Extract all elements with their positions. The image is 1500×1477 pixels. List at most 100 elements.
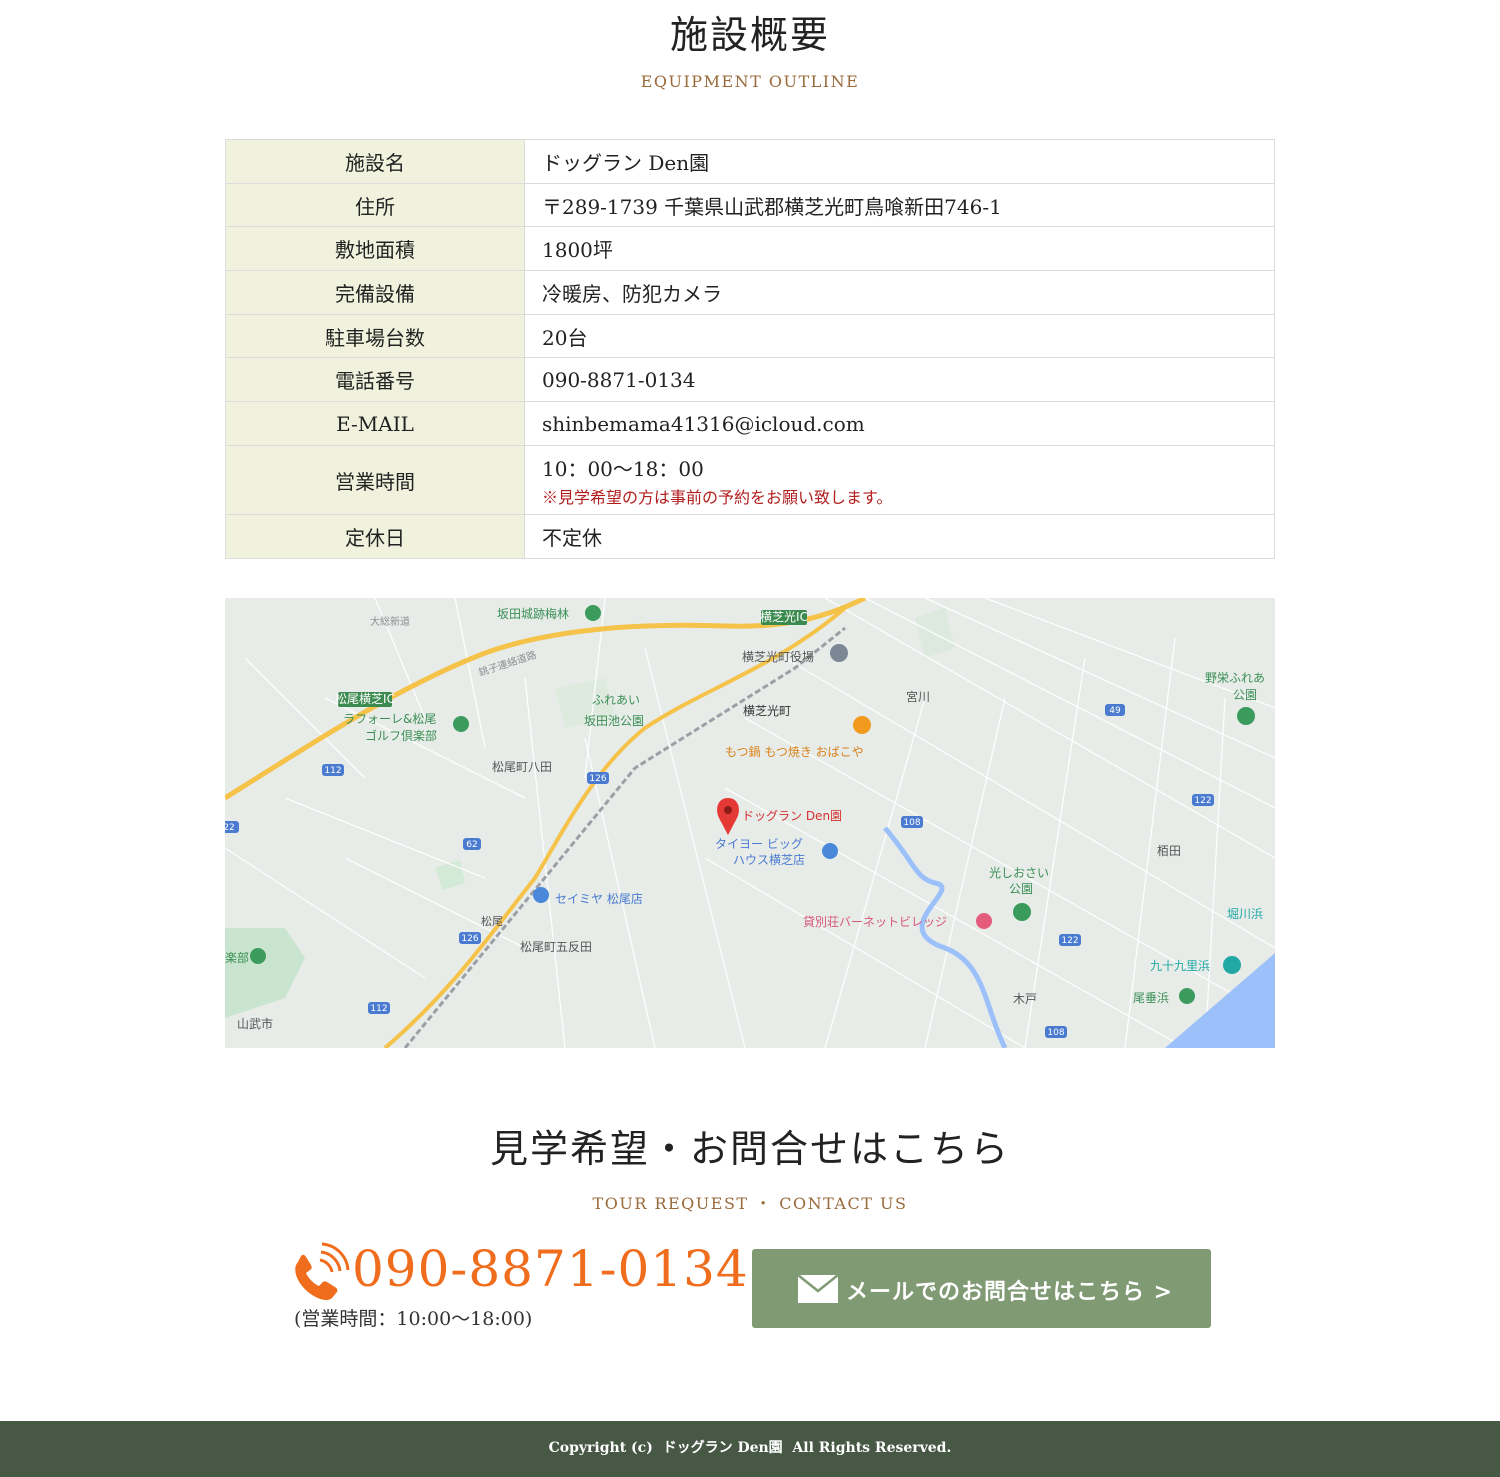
row-label: 定休日 [225,514,525,559]
row-value: ドッグラン Den園 [524,139,1275,184]
table-row: 定休日 不定休 [225,514,1275,559]
outline-title: 施設概要 [669,13,830,57]
footer: Copyright (c) ドッグラン Den園 All Rights Rese… [0,1421,1500,1477]
row-value: 〒289-1739 千葉県山武郡横芝光町鳥喰新田746-1 [524,183,1275,227]
map-label: 松尾町五反田 [520,940,592,954]
ic-label: 横芝光IC [760,609,808,624]
mail-button-label: メールでのお問合せはこちら > [846,1279,1174,1305]
table-row: 営業時間 10：00〜18：00 ※見学希望の方は事前の予約をお願い致します。 [225,445,1275,515]
route-number: 126 [589,774,606,784]
marker-center [724,806,732,814]
route-number: 108 [903,818,920,828]
map-label: ハウス横芝店 [733,852,805,867]
map-label: 松尾町八田 [492,760,552,774]
hours-cell: 10：00〜18：00 ※見学希望の方は事前の予約をお願い致します。 [524,445,1275,515]
mail-contact-button[interactable]: メールでのお問合せはこちら > [752,1249,1211,1328]
route-number: 22 [225,823,235,833]
row-label: 完備設備 [225,270,525,315]
row-label: 営業時間 [225,445,525,515]
mail-icon [798,1275,838,1303]
row-label: E-MAIL [225,401,525,446]
map-label: 九十九里浜 [1150,959,1210,973]
table-row: 駐車場台数 20台 [225,314,1275,358]
map-label: 山武市 [237,1016,273,1031]
map-label: ラフォーレ&松尾 [343,712,436,726]
government-pin-icon[interactable] [830,644,848,662]
restaurant-pin-icon[interactable] [853,716,871,734]
outline-subtitle: EQUIPMENT OUTLINE [640,72,860,91]
table-row: E-MAIL shinbemama41316@icloud.com [225,401,1275,446]
table-row: 敷地面積 1800坪 [225,226,1275,271]
row-label: 駐車場台数 [225,314,525,358]
route-number: 112 [370,1004,387,1014]
google-map[interactable]: 49 112 126 62 108 122 122 126 112 108 22… [225,598,1275,1048]
lodging-pin-icon[interactable] [976,913,992,929]
map-label: 堀川浜 [1227,906,1263,921]
table-row: 施設名 ドッグラン Den園 [225,139,1275,184]
beach-pin-icon[interactable] [1223,956,1241,974]
shop-pin-icon[interactable] [533,887,549,903]
map-label: 野栄ふれあ [1205,671,1265,685]
row-value: 20台 [524,314,1275,358]
outline-heading: 施設概要 EQUIPMENT OUTLINE [0,16,1500,91]
hiking-pin-icon[interactable] [1179,988,1195,1004]
map-label: 大総新道 [370,615,410,628]
map-label: ゴルフ倶楽部 [365,728,437,743]
row-value: 090-8871-0134 [524,357,1275,402]
route-number: 126 [461,934,478,944]
map-label: もつ鍋 もつ焼き おばこや [725,744,864,759]
contact-subtitle: TOUR REQUEST ・ CONTACT US [592,1194,908,1213]
map-label: 栢田 [1157,844,1181,858]
map-label: 坂田池公園 [584,714,644,728]
row-value: 冷暖房、防犯カメラ [524,270,1275,315]
phone-number[interactable]: 090-8871-0134 [352,1244,749,1294]
map-label: 楽部 [225,950,249,965]
golf-pin-icon[interactable] [250,948,266,964]
row-label: 電話番号 [225,357,525,402]
shop-pin-icon[interactable] [822,843,838,859]
map-label: 公園 [1009,882,1033,896]
ic-label: 松尾横芝IC [335,691,395,706]
copyright-text: Copyright (c) ドッグラン Den園 All Rights Rese… [548,1440,952,1456]
table-row: 住所 〒289-1739 千葉県山武郡横芝光町鳥喰新田746-1 [225,183,1275,227]
contact-heading: 見学希望・お問合せはこちら TOUR REQUEST ・ CONTACT US [0,1130,1500,1214]
route-number: 49 [1109,706,1121,716]
map-label: 光しおさい [989,866,1049,880]
map-label: 横芝光町役場 [742,649,814,664]
map-label: タイヨー ビッグ [715,837,803,851]
route-number: 108 [1047,1028,1064,1038]
row-label: 施設名 [225,139,525,184]
table-row: 電話番号 090-8871-0134 [225,357,1275,402]
map-canvas[interactable]: 49 112 126 62 108 122 122 126 112 108 22… [225,598,1275,1048]
map-label: 貸別荘バーネットビレッジ [803,914,947,929]
park-pin-icon[interactable] [585,605,601,621]
phone-icon [295,1242,350,1300]
route-number: 112 [324,766,341,776]
map-label: 公園 [1233,688,1257,702]
row-value: 不定休 [524,514,1275,559]
map-label: 坂田城跡梅林 [497,606,569,621]
map-label: 松尾 [481,914,503,928]
row-label: 敷地面積 [225,226,525,271]
row-value: 1800坪 [524,226,1275,271]
route-number: 122 [1061,936,1078,946]
table-row: 完備設備 冷暖房、防犯カメラ [225,270,1275,315]
route-number: 122 [1194,796,1211,806]
email-value[interactable]: shinbemama41316@icloud.com [524,401,1275,446]
map-label: ふれあい [592,693,640,707]
marker-label[interactable]: ドッグラン Den園 [742,809,842,823]
map-label: 木戸 [1013,992,1037,1006]
park-pin-icon[interactable] [1013,903,1031,921]
row-label: 住所 [225,183,525,227]
phone-hours: (営業時間：10:00〜18:00) [294,1308,533,1330]
golf-pin-icon[interactable] [453,716,469,732]
map-label: セイミヤ 松尾店 [555,892,643,906]
facility-info-table: 施設名 ドッグラン Den園 住所 〒289-1739 千葉県山武郡横芝光町鳥喰… [225,139,1275,559]
map-label: 横芝光町 [743,703,791,718]
route-number: 62 [466,840,477,850]
reservation-note: ※見学希望の方は事前の予約をお願い致します。 [542,487,893,507]
park-pin-icon[interactable] [1237,707,1255,725]
map-label: 宮川 [906,689,930,704]
contact-title: 見学希望・お問合せはこちら [489,1127,1010,1171]
map-label: 尾垂浜 [1133,991,1169,1005]
